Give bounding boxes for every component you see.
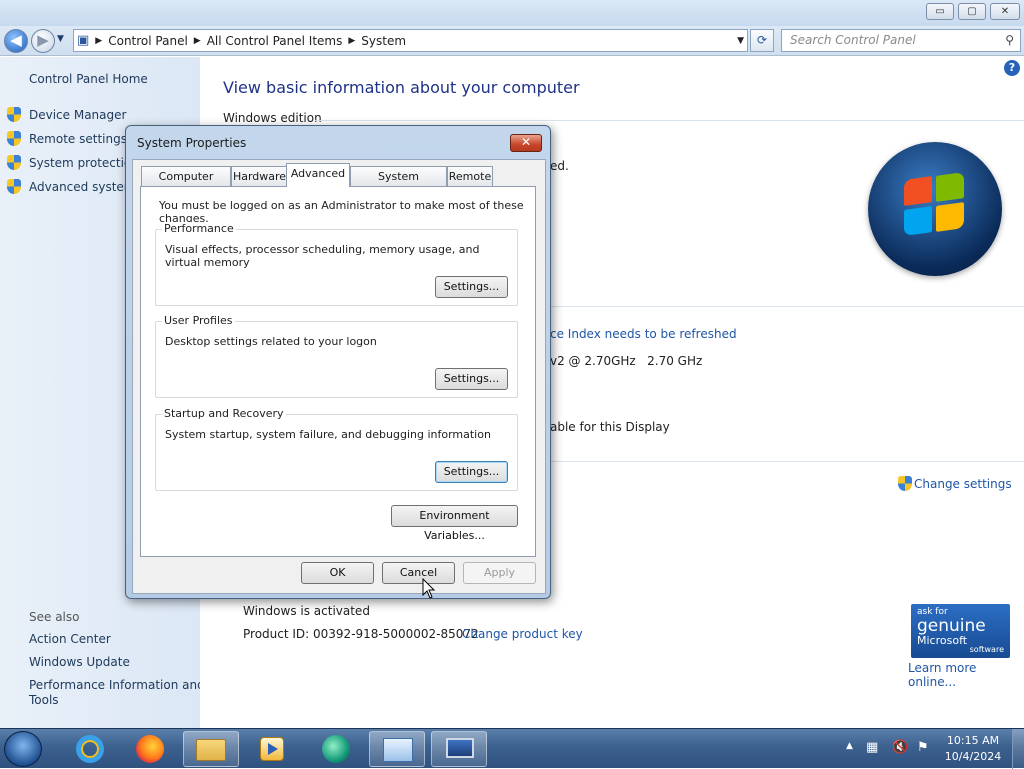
see-also-header: See also [29,610,80,624]
dialog-close-button[interactable]: ✕ [510,134,542,152]
performance-label: Performance [162,222,236,235]
windows-explorer-icon[interactable] [183,731,239,767]
help-icon[interactable]: ? [1004,60,1020,76]
action-center-link[interactable]: Action Center [29,632,111,646]
control-panel-icon[interactable] [369,731,425,767]
dialog-body: Computer Name Hardware Advanced System P… [132,159,546,594]
start-orb-icon[interactable] [4,731,42,767]
genuine-line4: software [969,645,1004,654]
breadcrumb-arrow-icon: ▶ [193,35,201,46]
activation-status: Windows is activated [243,604,370,618]
environment-variables-button[interactable]: Environment Variables... [391,505,518,542]
performance-group: Performance Visual effects, processor sc… [155,222,518,306]
address-bar[interactable]: ▣ ▶ Control Panel ▶ All Control Panel It… [73,29,748,52]
system-properties-icon[interactable] [431,731,487,767]
genuine-microsoft-badge[interactable]: ask for genuine Microsoft software [911,604,1010,658]
show-desktop-button[interactable] [1012,729,1024,769]
shield-icon [7,155,21,170]
tab-remote[interactable]: Remote [447,166,493,186]
user-profiles-group: User Profiles Desktop settings related t… [155,314,518,398]
shield-icon [898,476,912,491]
minimize-button[interactable]: ▭ [926,3,954,20]
system-protection-link[interactable]: System protection [7,155,139,170]
change-settings-link[interactable]: Change settings [898,476,1012,491]
rights-reserved-text: ed. [550,159,569,173]
media-player-icon[interactable] [244,731,300,767]
volume-muted-icon[interactable]: 🔇 [892,740,908,755]
window-titlebar: ▭ ▢ ✕ [0,0,1024,26]
tab-system-protection[interactable]: System Protection [350,166,447,202]
shield-icon [7,131,21,146]
performance-info-link-line2[interactable]: Tools [29,693,59,707]
control-panel-icon: ▣ [77,33,90,48]
shield-icon [7,107,21,122]
breadcrumb-arrow-icon: ▶ [348,35,356,46]
recent-pages-icon[interactable]: ▼ [57,34,64,44]
experience-index-link[interactable]: ce Index needs to be refreshed [550,327,737,341]
section-divider [550,461,1024,462]
search-input[interactable]: Search Control Panel ⚲ [781,29,1021,52]
performance-info-link[interactable]: Performance Information and [29,678,205,692]
control-panel-home-link[interactable]: Control Panel Home [29,72,148,86]
maximize-button[interactable]: ▢ [958,3,986,20]
startup-recovery-settings-button[interactable]: Settings... [435,461,508,483]
search-placeholder: Search Control Panel [790,33,916,47]
device-manager-link[interactable]: Device Manager [7,107,126,122]
section-divider [550,306,1024,307]
system-properties-dialog: System Properties ✕ Computer Name Hardwa… [125,125,551,599]
user-profiles-settings-button[interactable]: Settings... [435,368,508,390]
learn-more-link[interactable]: Learn more online... [908,661,1024,689]
back-button[interactable]: ◀ [4,29,28,53]
cancel-button[interactable]: Cancel [382,562,455,584]
performance-settings-button[interactable]: Settings... [435,276,508,298]
genuine-line2: genuine [917,616,986,636]
internet-explorer-icon[interactable] [62,731,118,767]
user-profiles-label: User Profiles [162,314,235,327]
pen-touch-value: able for this Display [550,420,670,434]
system-clock[interactable]: 10:15 AM 10/4/2024 [940,733,1006,765]
shield-icon [7,179,21,194]
ok-button[interactable]: OK [301,562,374,584]
processor-value: v2 @ 2.70GHz 2.70 GHz [550,354,703,368]
address-dropdown-icon[interactable]: ▼ [734,36,747,46]
tab-hardware[interactable]: Hardware [231,166,288,186]
clock-date: 10/4/2024 [944,750,1002,763]
forward-button[interactable]: ▶ [31,29,55,53]
remote-settings-link[interactable]: Remote settings [7,131,127,146]
performance-description: Visual effects, processor scheduling, me… [165,243,480,269]
windows-update-link[interactable]: Windows Update [29,655,130,669]
taskbar: ▲ ▦ 🔇 ⚑ 10:15 AM 10/4/2024 [0,728,1024,769]
close-button[interactable]: ✕ [990,3,1020,20]
apply-button[interactable]: Apply [463,562,536,584]
network-icon[interactable]: ▦ [866,740,878,755]
windows-logo-icon [868,142,1002,276]
refresh-button[interactable]: ⟳ [750,29,774,52]
tab-computer-name[interactable]: Computer Name [141,166,231,202]
change-product-key-link[interactable]: Change product key [462,627,583,641]
page-title: View basic information about your comput… [223,78,580,97]
action-center-flag-icon[interactable]: ⚑ [917,740,929,755]
product-id: Product ID: 00392-918-5000002-85072 [243,627,479,641]
breadcrumb-arrow-icon: ▶ [95,35,103,46]
breadcrumb-all-items[interactable]: All Control Panel Items [204,34,346,48]
app-icon[interactable] [308,731,364,767]
section-divider [315,120,1024,121]
dialog-title: System Properties [137,136,247,150]
advanced-system-link[interactable]: Advanced system [7,179,135,194]
search-icon[interactable]: ⚲ [1005,33,1014,47]
user-profiles-description: Desktop settings related to your logon [165,335,377,348]
show-hidden-icons-icon[interactable]: ▲ [846,741,853,751]
tab-advanced[interactable]: Advanced [286,163,350,187]
navigation-bar: ◀ ▶ ▼ ▣ ▶ Control Panel ▶ All Control Pa… [0,26,1024,56]
mouse-cursor-icon [422,578,436,599]
breadcrumb-system[interactable]: System [358,34,409,48]
startup-recovery-label: Startup and Recovery [162,407,286,420]
clock-time: 10:15 AM [946,734,1000,747]
breadcrumb-control-panel[interactable]: Control Panel [105,34,191,48]
advanced-tab-pane: You must be logged on as an Administrato… [140,186,536,557]
startup-recovery-description: System startup, system failure, and debu… [165,428,491,441]
firefox-icon[interactable] [122,731,178,767]
startup-recovery-group: Startup and Recovery System startup, sys… [155,407,518,491]
windows-edition-header: Windows edition [223,111,322,125]
